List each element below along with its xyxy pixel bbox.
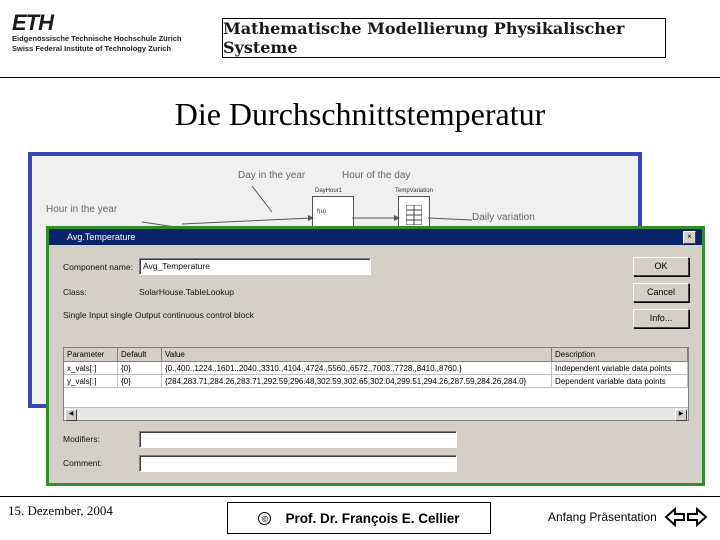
class-label: Class:	[63, 287, 87, 297]
cancel-button[interactable]: Cancel	[633, 283, 689, 302]
scroll-left-icon[interactable]: ◀	[65, 409, 77, 421]
author-name: Prof. Dr. François E. Cellier	[285, 510, 460, 526]
class-value: SolarHouse.TableLookup	[139, 287, 234, 297]
table-cell[interactable]: y_vals[:]	[64, 375, 118, 388]
eth-logo: ETH Eidgenössische Technische Hochschule…	[12, 12, 182, 54]
column-header-value[interactable]: Value	[162, 348, 552, 362]
next-arrow-icon[interactable]	[687, 506, 708, 528]
component-name-label: Component name:	[63, 262, 133, 272]
modifiers-label: Modifiers:	[63, 434, 100, 444]
slide-title: Die Durchschnittstemperatur	[174, 96, 546, 132]
previous-arrow-icon[interactable]	[664, 506, 685, 528]
eth-logo-line1: Eidgenössische Technische Hochschule Zür…	[12, 34, 182, 43]
table-cell[interactable]: {0}	[118, 375, 162, 388]
close-icon[interactable]: ×	[683, 231, 696, 244]
footer-divider	[0, 496, 720, 497]
navigation-arrows-icon[interactable]	[664, 506, 708, 528]
eth-logo-mark: ETH	[12, 10, 54, 35]
comment-label: Comment:	[63, 458, 103, 468]
footer-date: 15. Dezember, 2004	[8, 503, 113, 518]
start-presentation-link[interactable]: Anfang Präsentation	[548, 510, 657, 524]
info-button[interactable]: Info...	[633, 309, 689, 328]
modifiers-input[interactable]	[139, 431, 457, 448]
table-cell[interactable]: Dependent variable data points	[552, 375, 688, 388]
dialog-title: Avg.Temperature	[67, 232, 136, 242]
eth-logo-line2: Swiss Federal Institute of Technology Zu…	[12, 44, 172, 53]
signal-lines	[141, 185, 473, 229]
table-cell[interactable]: x_vals[:]	[64, 362, 118, 375]
table-cell[interactable]: {0}	[118, 362, 162, 375]
footer-author-box: © Prof. Dr. François E. Cellier	[227, 502, 491, 534]
header-divider	[0, 77, 720, 78]
horizontal-scrollbar[interactable]: ◀ ▶	[64, 407, 688, 421]
scroll-right-icon[interactable]: ▶	[675, 409, 687, 421]
ok-button[interactable]: OK	[633, 257, 689, 276]
copyright-icon: ©	[258, 511, 272, 525]
course-title: Mathematische Modellierung Physikalische…	[222, 18, 666, 58]
parameter-table[interactable]: Parameter Default Value Description x_va…	[63, 347, 689, 421]
component-name-input[interactable]: Avg_Temperature	[139, 258, 371, 275]
dialog-titlebar[interactable]: Avg.Temperature ×	[49, 229, 702, 245]
table-cell[interactable]: {284,283.71,284.26,283.71,292.59,296.48,…	[162, 375, 552, 388]
parameter-dialog: Avg.Temperature × Component name: Avg_Te…	[46, 226, 705, 486]
comment-input[interactable]	[139, 455, 457, 472]
block-description: Single Input single Output continuous co…	[63, 310, 254, 320]
column-header-parameter[interactable]: Parameter	[64, 348, 118, 362]
column-header-description[interactable]: Description	[552, 348, 688, 362]
table-cell[interactable]: Independent variable data points	[552, 362, 688, 375]
column-header-default[interactable]: Default	[118, 348, 162, 362]
table-cell[interactable]: {0.,400.,1224.,1601.,2040.,3310.,4104.,4…	[162, 362, 552, 375]
